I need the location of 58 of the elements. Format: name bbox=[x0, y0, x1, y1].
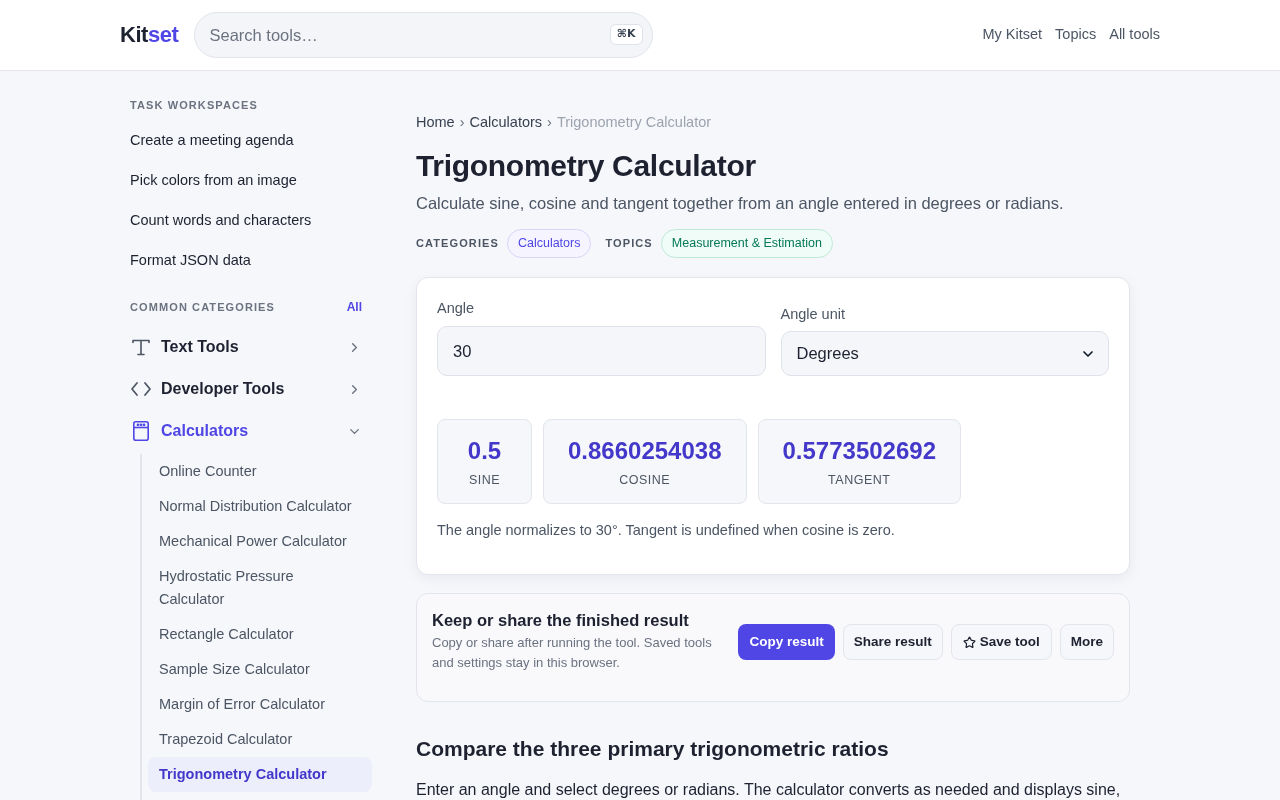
logo[interactable]: Kitset bbox=[120, 24, 179, 46]
subcategory-link[interactable]: Normal Distribution Calculator bbox=[148, 489, 372, 524]
subcategory-link[interactable]: Mechanical Power Calculator bbox=[148, 524, 372, 559]
letter-t-icon bbox=[131, 338, 150, 356]
subcategory-link[interactable]: Trigonometry Calculator bbox=[148, 757, 372, 792]
category-item[interactable]: Developer Tools bbox=[130, 368, 372, 410]
field-label: Angle unit bbox=[780, 305, 846, 324]
category-item[interactable]: Calculators bbox=[130, 410, 372, 452]
nav-link[interactable]: My Kitset bbox=[982, 24, 1043, 46]
angle-input[interactable]: 30 bbox=[437, 326, 766, 376]
page-description: Calculate sine, cosine and tangent together from an angle entered in degrees or radians. bbox=[416, 193, 1065, 214]
share-description: Copy or share after running the tool. Saved tools and settings stay in this browser. bbox=[432, 634, 713, 672]
secondary-button[interactable]: Share result bbox=[842, 624, 943, 660]
result-note: The angle normalizes to 30°. Tangent is undefined when cosine is zero. bbox=[437, 521, 896, 540]
result-value: 0.5773502692 bbox=[782, 435, 936, 466]
subcategory-link[interactable]: Trapezoid Calculator bbox=[148, 722, 372, 757]
section-heading: COMMON CATEGORIES bbox=[130, 300, 275, 314]
all-categories-link[interactable]: All bbox=[346, 300, 362, 314]
page-title: Trigonometry Calculator bbox=[416, 148, 757, 184]
subcategory-link[interactable]: Rectangle Calculator bbox=[148, 617, 372, 652]
subcategory-link[interactable]: Margin of Error Calculator bbox=[148, 687, 372, 722]
subcategory-link[interactable]: Sample Size Calculator bbox=[148, 652, 372, 687]
save-tool-button[interactable]: Save tool bbox=[950, 624, 1052, 660]
category-item[interactable]: Text Tools bbox=[130, 326, 372, 368]
result-value: 0.5 bbox=[467, 435, 502, 466]
tag-chip[interactable]: Calculators bbox=[506, 229, 592, 258]
result-value: 0.8660254038 bbox=[568, 435, 722, 466]
star-icon bbox=[962, 635, 976, 649]
breadcrumb-link[interactable]: Home bbox=[416, 112, 455, 132]
section-heading: Compare the three primary trigonometric ratios bbox=[416, 736, 890, 762]
calculator-icon bbox=[132, 421, 149, 441]
article-paragraph: Enter an angle and select degrees or radians. The calculator converts as needed and displays sine, bbox=[416, 780, 1122, 800]
section-heading: TASK WORKSPACES bbox=[130, 98, 258, 112]
nav-link[interactable]: Topics bbox=[1055, 24, 1097, 46]
tag-chip[interactable]: Measurement & Estimation bbox=[660, 229, 833, 258]
breadcrumb-separator: › bbox=[547, 113, 552, 132]
result-label: COSINE bbox=[619, 471, 671, 488]
workspace-link[interactable]: Pick colors from an image bbox=[130, 161, 297, 201]
breadcrumb-current: Trigonometry Calculator bbox=[556, 113, 712, 132]
workspace-link[interactable]: Format JSON data bbox=[130, 241, 251, 281]
nav-link[interactable]: All tools bbox=[1109, 24, 1160, 46]
result-label: TANGENT bbox=[828, 471, 891, 488]
subcategory-link[interactable]: Hydrostatic Pressure Calculator bbox=[148, 559, 372, 617]
tag-group-label: CATEGORIES bbox=[416, 236, 499, 252]
breadcrumb-separator: › bbox=[459, 113, 465, 132]
workspace-link[interactable]: Count words and characters bbox=[130, 201, 312, 241]
breadcrumb-link[interactable]: Calculators bbox=[469, 112, 543, 132]
share-title: Keep or share the finished result bbox=[432, 610, 690, 631]
shortcut-key: ⌘K bbox=[609, 24, 643, 45]
subcategory-link[interactable]: Online Counter bbox=[148, 454, 372, 489]
copy-result-button[interactable]: Copy result bbox=[738, 624, 835, 660]
code-brackets-icon bbox=[130, 382, 151, 396]
tag-group-label: TOPICS bbox=[605, 236, 653, 252]
field-label: Angle bbox=[437, 299, 476, 318]
secondary-button[interactable]: More bbox=[1059, 624, 1114, 660]
result-label: SINE bbox=[468, 471, 501, 488]
unit-select[interactable]: Degrees bbox=[780, 331, 1109, 376]
workspace-link[interactable]: Create a meeting agenda bbox=[130, 121, 294, 161]
